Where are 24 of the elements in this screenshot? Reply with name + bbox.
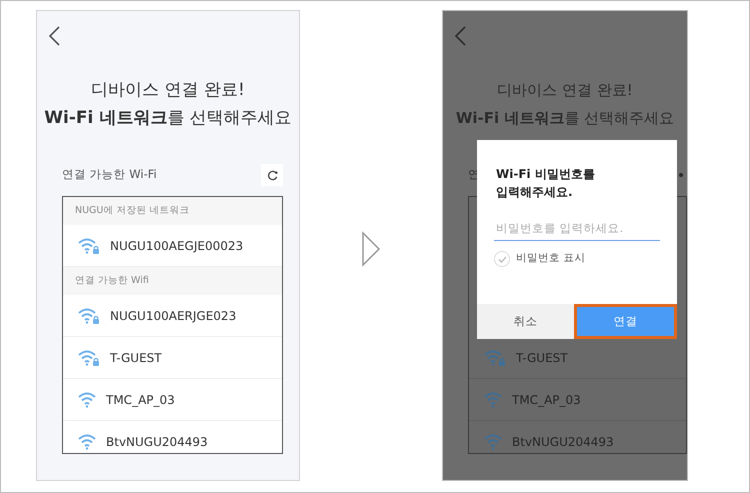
refresh-icon [679, 173, 683, 177]
screen-title: 디바이스 연결 완료! [497, 80, 633, 101]
screen-title: 디바이스 연결 완료! [91, 79, 245, 102]
network-name[interactable]: NUGU100AERJGE023 [110, 306, 236, 324]
network-name[interactable]: TMC_AP_03 [106, 390, 175, 408]
refresh-icon [266, 170, 278, 180]
screen-title: Wi-Fi 네트워크를 선택해주세요 [44, 107, 292, 130]
dialog-title: Wi-Fi 비밀번호를 [496, 166, 596, 183]
screen-title: Wi-Fi 네트워크를 선택해주세요 [456, 108, 674, 129]
section-header: NUGU에 저장된 네트워크 [63, 197, 282, 225]
back-icon[interactable] [454, 26, 466, 46]
list-label: 연결 가능한 Wi-Fi [62, 166, 157, 184]
section-header: 연결 가능한 Wifi [63, 267, 282, 295]
cancel-button[interactable]: 취소 [477, 304, 574, 339]
dialog-title: 입력해주세요. [496, 184, 574, 201]
show-password-checkbox[interactable]: 비밀번호 표시 [494, 251, 677, 267]
next-arrow-icon [361, 231, 381, 267]
network-name[interactable]: BtvNUGU204493 [106, 432, 208, 450]
back-icon[interactable] [48, 26, 60, 46]
password-field[interactable]: 비밀번호를 입력하세요. [494, 215, 660, 241]
network-name[interactable]: NUGU100AEGJE00023 [110, 236, 244, 254]
check-icon [498, 256, 506, 262]
network-name[interactable]: T-GUEST [110, 348, 162, 366]
refresh-button[interactable] [261, 164, 283, 186]
